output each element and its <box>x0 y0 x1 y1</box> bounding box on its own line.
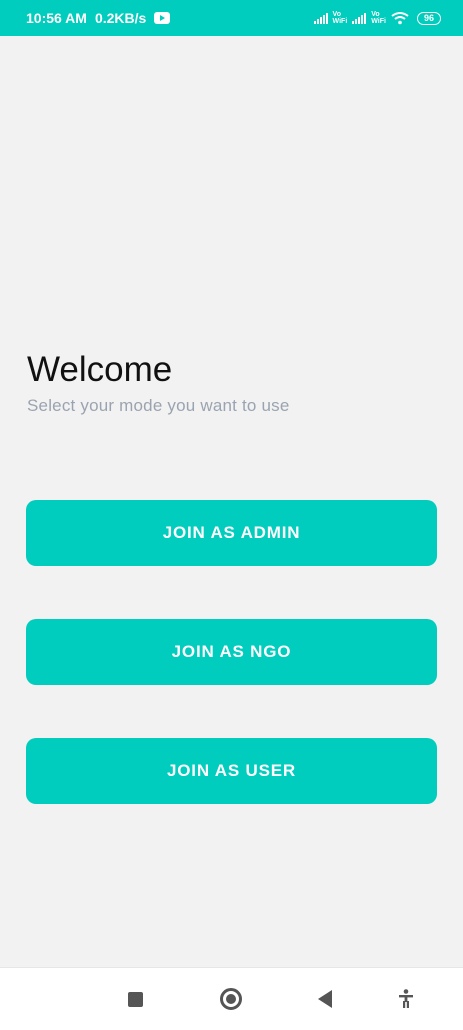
wifi-icon <box>391 12 409 25</box>
status-bar: 10:56 AM 0.2KB/s Vo WiFi Vo WiFi 96 <box>0 0 463 36</box>
status-left: 10:56 AM 0.2KB/s <box>26 10 171 26</box>
vo-label: Vo <box>332 11 341 18</box>
join-as-admin-button[interactable]: JOIN AS ADMIN <box>26 500 437 566</box>
home-icon <box>220 988 242 1010</box>
vowifi-icon: Vo WiFi <box>333 11 348 25</box>
wifi-label: WiFi <box>371 18 386 25</box>
recents-button[interactable] <box>110 968 160 1030</box>
recents-icon <box>127 991 143 1007</box>
back-button[interactable] <box>300 968 350 1030</box>
join-as-ngo-button[interactable]: JOIN AS NGO <box>26 619 437 685</box>
signal-icon <box>352 12 367 24</box>
vo-label: Vo <box>371 11 380 18</box>
page-title: Welcome <box>27 350 173 389</box>
wifi-label: WiFi <box>332 18 348 25</box>
back-icon <box>318 990 332 1008</box>
page-subtitle: Select your mode you want to use <box>27 396 290 415</box>
accessibility-icon <box>399 989 413 1008</box>
accessibility-button[interactable] <box>381 968 431 1030</box>
battery-icon: 96 <box>416 11 441 25</box>
navigation-bar <box>0 967 463 1030</box>
youtube-icon <box>154 12 171 24</box>
status-right: Vo WiFi Vo WiFi 96 <box>313 11 441 25</box>
status-speed: 0.2KB/s <box>94 10 147 26</box>
home-button[interactable] <box>206 968 256 1030</box>
vowifi-icon: Vo WiFi <box>371 11 386 25</box>
join-as-user-button[interactable]: JOIN AS USER <box>26 738 437 804</box>
status-time: 10:56 AM <box>26 10 87 26</box>
signal-icon <box>313 12 328 24</box>
